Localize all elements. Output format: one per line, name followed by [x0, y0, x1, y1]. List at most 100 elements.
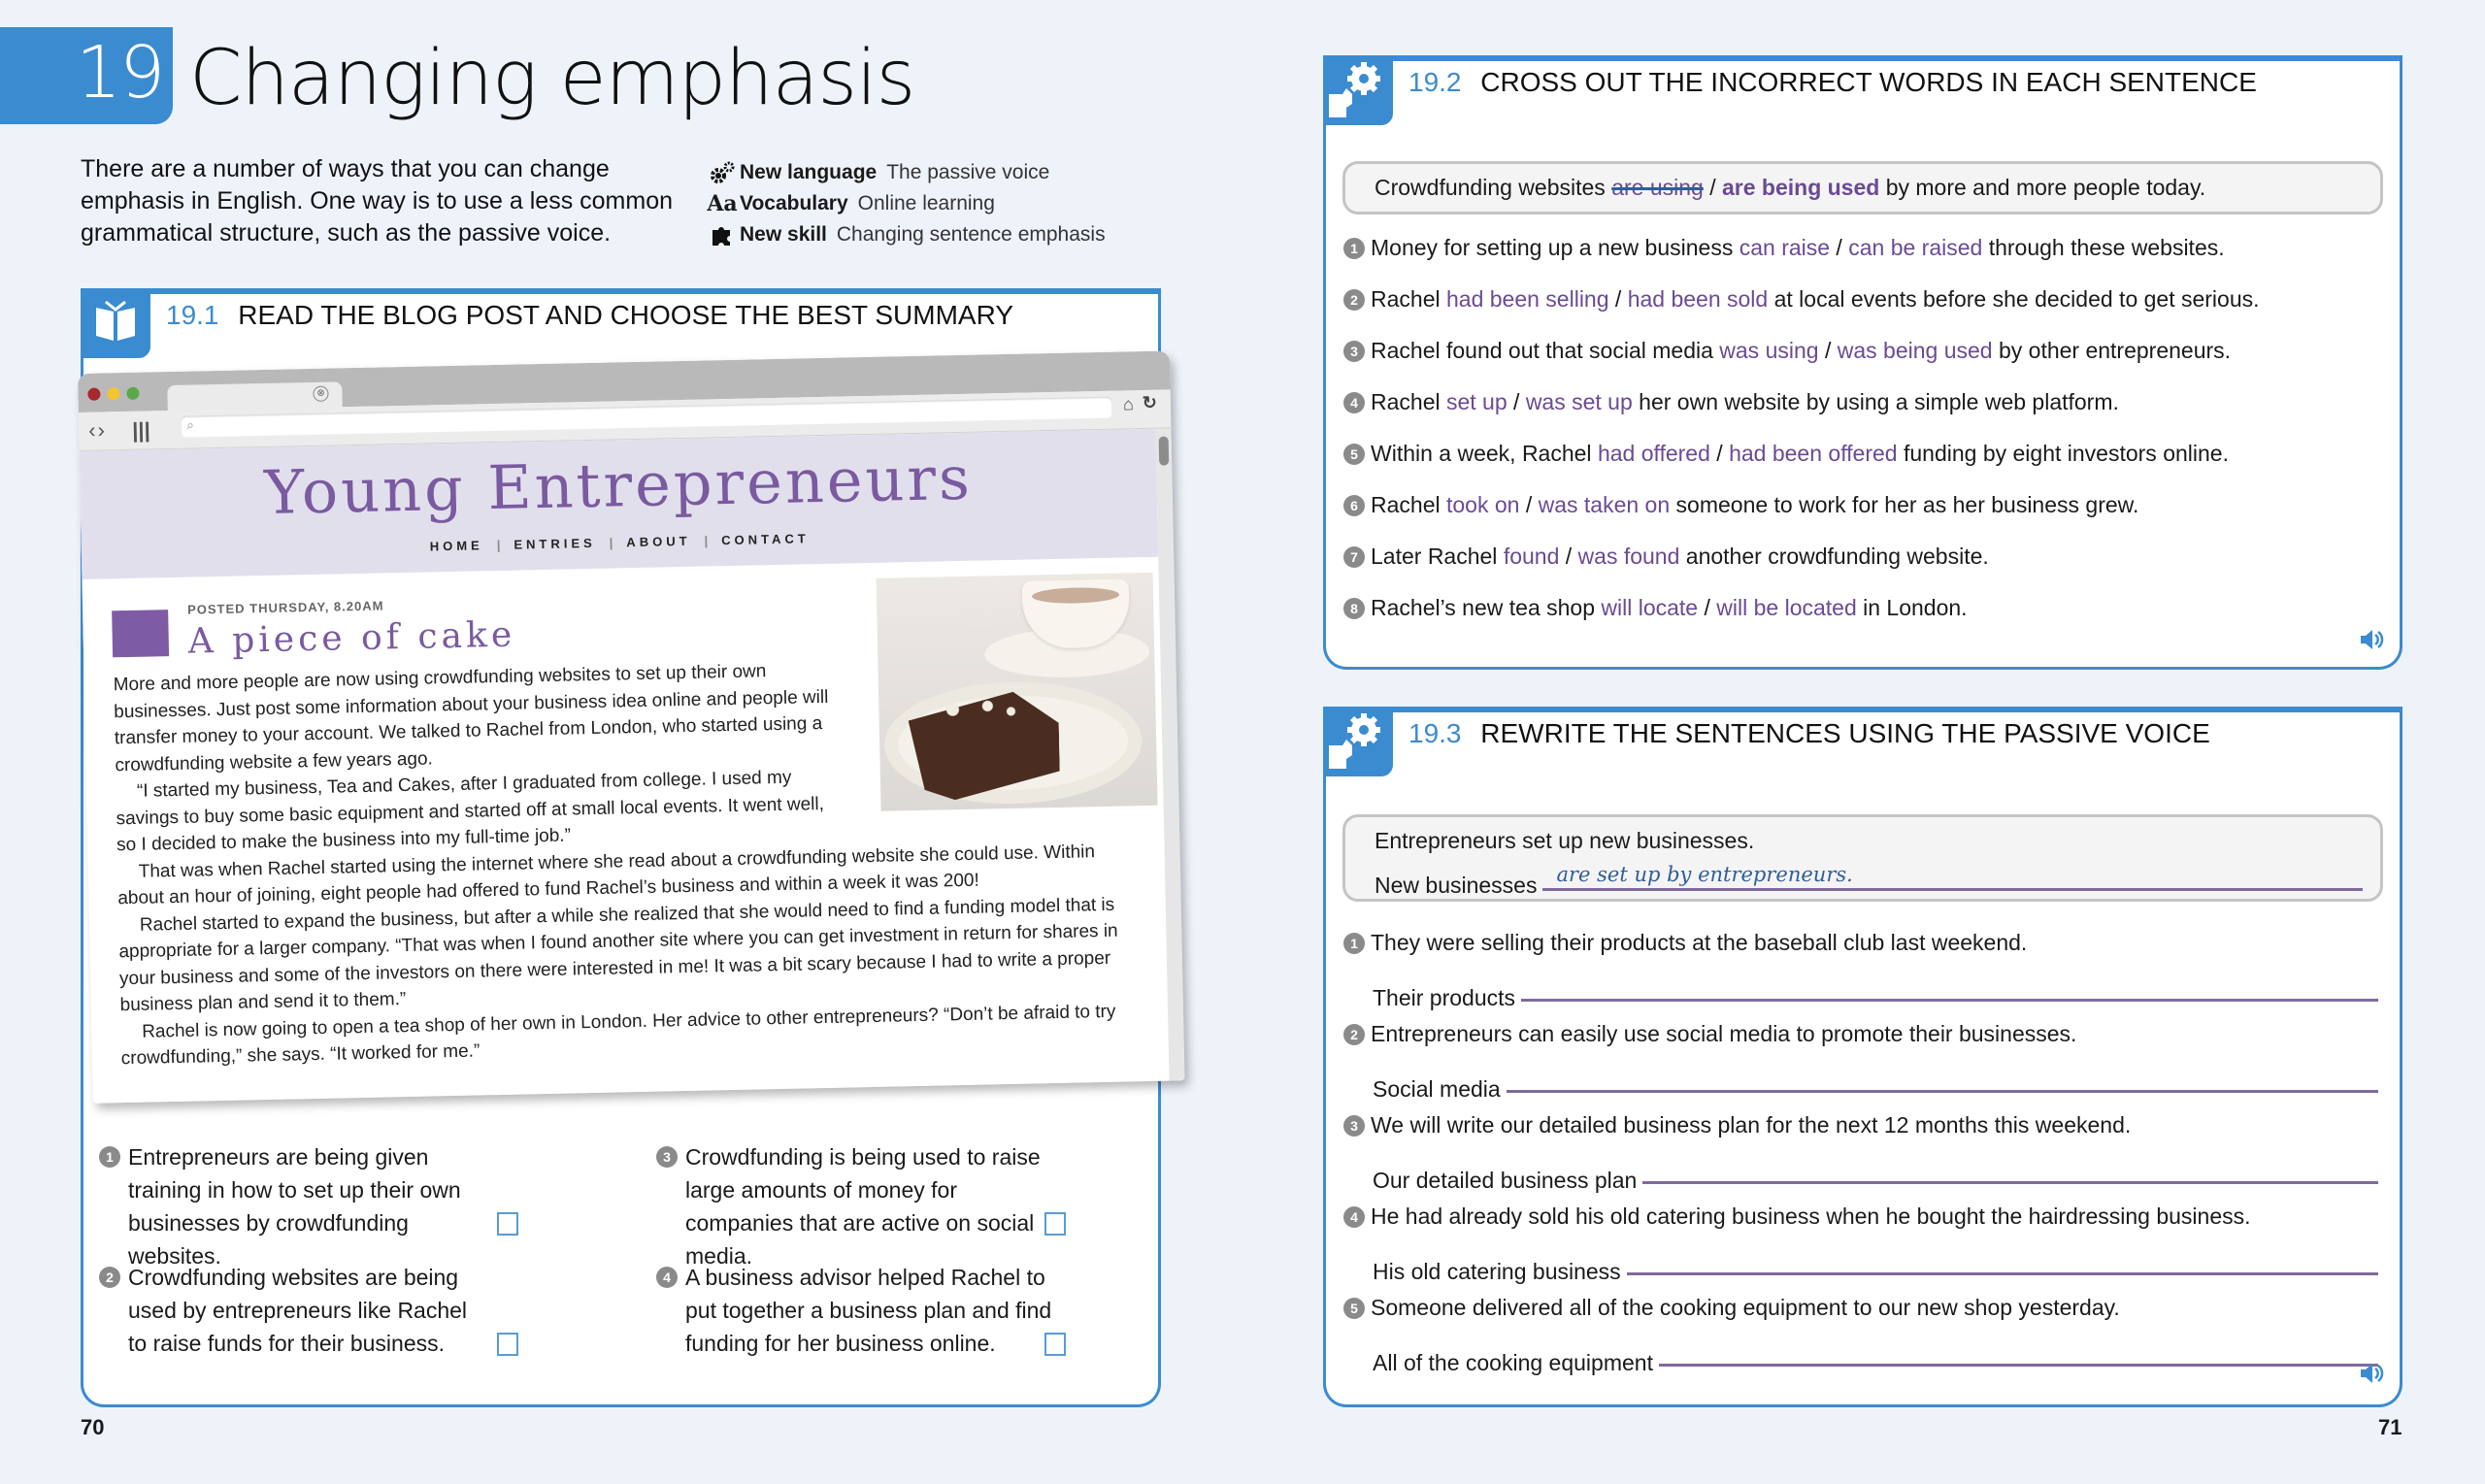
answer-prompt: All of the cooking equipment — [1373, 1350, 1653, 1375]
option-checkbox[interactable] — [1044, 1333, 1066, 1356]
number-badge: 5 — [1343, 444, 1365, 465]
learning-objectives: New language The passive voice Aa Vocabu… — [705, 157, 1106, 250]
question-item: 4 Rachel set up / was set up her own webs… — [1343, 377, 2260, 428]
maximize-window-button[interactable] — [126, 386, 140, 400]
aa-icon: Aa — [707, 191, 738, 216]
close-window-button[interactable] — [87, 387, 101, 401]
sentence-text: Later Rachel — [1371, 544, 1504, 569]
speaker-icon[interactable] — [2359, 1361, 2386, 1393]
nav-contact[interactable]: CONTACT — [721, 531, 810, 547]
intro-text: There are a number of ways that you can … — [81, 155, 673, 247]
option-checkbox[interactable] — [497, 1212, 518, 1236]
choice-b[interactable]: was taken on — [1539, 492, 1671, 517]
sentence-text: Rachel’s new tea shop — [1371, 595, 1602, 620]
back-forward-icon[interactable]: ‹› — [88, 417, 107, 443]
choice-separator: / — [1559, 544, 1578, 569]
question-item: 2 Rachel had been selling / had been sold… — [1343, 274, 2260, 325]
rewrite-item-2: 2 Entrepreneurs can easily use social med… — [1343, 1011, 2378, 1103]
answer-input[interactable] — [1642, 1181, 2378, 1184]
answer-input[interactable] — [1658, 1364, 2378, 1367]
choice-a[interactable]: was using — [1719, 338, 1818, 363]
question-item: 3 Rachel found out that social media was … — [1343, 325, 2260, 377]
nav-entries[interactable]: ENTRIES — [514, 536, 596, 552]
gears-icon — [1329, 59, 1387, 122]
blog-name: Young Entrepreneurs — [263, 442, 974, 528]
sentence-text: Within a week, Rachel — [1371, 441, 1598, 466]
minimize-window-button[interactable] — [107, 387, 120, 401]
choice-b[interactable]: had been sold — [1628, 286, 1769, 312]
puzzle-icon — [705, 222, 740, 247]
correct-choice: are being used — [1721, 175, 1880, 200]
answer-input[interactable] — [1506, 1090, 2378, 1093]
handwritten-answer: are set up by entrepreneurs. — [1556, 863, 1853, 886]
post-paragraph: More and more people are now using crowd… — [113, 661, 829, 775]
choice-b[interactable]: was found — [1578, 544, 1680, 569]
original-sentence: They were selling their products at the … — [1371, 930, 2028, 955]
answer-prompt: His old catering business — [1373, 1259, 1621, 1284]
chapter-number: 19 — [76, 31, 165, 115]
post-title: A piece of cake — [187, 614, 516, 662]
home-icon[interactable]: ⌂ — [1123, 394, 1134, 414]
objective-key: New language — [740, 161, 878, 183]
choice-b[interactable]: will be located — [1716, 595, 1856, 620]
choice-b[interactable]: had been offered — [1729, 441, 1898, 466]
scrollbar-thumb[interactable] — [1158, 436, 1170, 466]
choice-a[interactable]: had offered — [1598, 441, 1710, 466]
summary-option-1: 1 Entrepreneurs are being given training… — [99, 1140, 518, 1272]
exercise-icon-tab — [1323, 707, 1393, 776]
example-sentence: Crowdfunding websites are using / are be… — [1342, 161, 2383, 214]
sentence-text: by more and more people today. — [1879, 175, 2206, 200]
choice-b[interactable]: was being used — [1838, 338, 1993, 363]
option-checkbox[interactable] — [497, 1333, 518, 1356]
choice-separator: / — [1608, 286, 1628, 312]
post-paragraph: “I started my business, Tea and Cakes, a… — [116, 767, 825, 856]
exercise-19-3-panel: 19.3 REWRITE THE SENTENCES USING THE PAS… — [1323, 707, 2402, 1407]
blog-nav: HOME | ENTRIES | ABOUT | CONTACT — [82, 524, 1158, 561]
answer-line: are set up by entrepreneurs. — [1542, 863, 2363, 891]
objective-value: The passive voice — [886, 161, 1050, 183]
tab-close-icon[interactable]: ⊗ — [313, 385, 329, 402]
sentence-text: in London. — [1856, 595, 1968, 620]
answer-input[interactable] — [1626, 1272, 2378, 1275]
nav-home[interactable]: HOME — [430, 538, 483, 553]
original-sentence: Entrepreneurs can easily use social medi… — [1371, 1021, 2077, 1046]
choice-a[interactable]: had been selling — [1446, 286, 1609, 312]
example-rewrite: Entrepreneurs set up new businesses. New… — [1342, 814, 2383, 902]
sentence-text: funding by eight investors online. — [1897, 441, 2229, 466]
summary-option-3: 3 Crowdfunding is being used to raise la… — [656, 1140, 1066, 1272]
sentence-text: through these websites. — [1982, 235, 2225, 260]
question-item: 5 Within a week, Rachel had offered / had… — [1343, 428, 2260, 479]
answer-prompt: Our detailed business plan — [1373, 1168, 1638, 1193]
post-paragraph: Rachel started to expand the business, b… — [118, 894, 1118, 1016]
choice-b[interactable]: was set up — [1526, 389, 1633, 414]
option-text: Entrepreneurs are being given training i… — [128, 1144, 461, 1269]
exercise-19-2-panel: 19.2 CROSS OUT THE INCORRECT WORDS IN EA… — [1323, 55, 2402, 670]
choice-a[interactable]: found — [1504, 544, 1560, 569]
exercise-title: CROSS OUT THE INCORRECT WORDS IN EACH SE… — [1480, 67, 2257, 97]
choice-a[interactable]: will locate — [1601, 595, 1698, 620]
speaker-icon[interactable] — [2359, 627, 2386, 659]
choice-a[interactable]: set up — [1446, 389, 1508, 414]
choice-b[interactable]: can be raised — [1848, 235, 1982, 260]
objective-value: Online learning — [857, 192, 995, 214]
original-sentence: We will write our detailed business plan… — [1371, 1112, 2132, 1138]
number-badge: 1 — [99, 1146, 120, 1168]
nav-separator: | — [496, 537, 501, 552]
choice-separator: / — [1519, 492, 1539, 517]
choice-a[interactable]: took on — [1446, 492, 1519, 517]
number-badge: 8 — [1343, 598, 1365, 619]
sentence-text: Rachel — [1371, 492, 1446, 517]
nav-about[interactable]: ABOUT — [626, 534, 691, 549]
original-sentence: Someone delivered all of the cooking equ… — [1371, 1295, 2120, 1320]
choice-a[interactable]: can raise — [1740, 235, 1830, 260]
number-badge: 7 — [1343, 546, 1365, 568]
gears-icon — [705, 161, 740, 184]
answer-input[interactable] — [1521, 999, 2378, 1002]
number-badge: 4 — [1343, 392, 1365, 413]
reload-icon[interactable]: ↻ — [1143, 393, 1158, 413]
post-date: POSTED THURSDAY, 8.20AM — [186, 598, 384, 617]
exercise-icon-tab — [1323, 55, 1393, 125]
menu-icon[interactable]: ||| — [132, 417, 150, 443]
sentence-text: Rachel — [1371, 389, 1446, 414]
option-checkbox[interactable] — [1044, 1212, 1066, 1236]
